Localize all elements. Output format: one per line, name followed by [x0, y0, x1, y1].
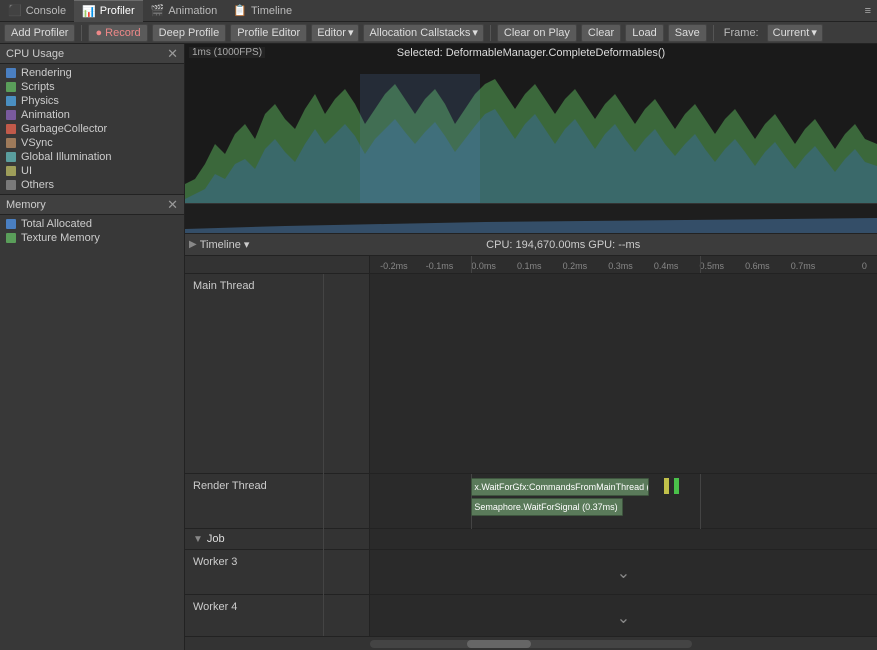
legend-item-ui[interactable]: UI — [0, 164, 184, 178]
tab-animation[interactable]: 🎬 Animation — [143, 0, 226, 22]
deep-profile-button[interactable]: Deep Profile — [152, 24, 227, 42]
semaphore-block[interactable]: Semaphore.WaitForSignal (0.37ms) — [471, 498, 623, 516]
main-thread-row: Main Thread PlayerLoop (0.54ms) EditorLo… — [185, 274, 877, 474]
animation-icon: 🎬 — [151, 4, 165, 17]
timeline-ruler: -0.2ms -0.1ms 0.0ms 0.1ms 0.2ms 0.3ms 0.… — [185, 256, 877, 274]
timeline-dropdown[interactable]: ▶ Timeline ▾ — [189, 238, 249, 251]
toolbar-separator-3 — [713, 25, 714, 41]
expand-icon: ▶ — [189, 239, 197, 250]
right-panel: 1ms (1000FPS) Selected: DeformableManage… — [185, 44, 877, 650]
worker-4-label: Worker 4 — [185, 595, 370, 636]
scroll-thumb[interactable] — [467, 640, 531, 648]
chevron-down-icon-3: ▾ — [811, 26, 817, 39]
gc-color-dot — [6, 124, 16, 134]
add-profiler-button[interactable]: Add Profiler — [4, 24, 75, 42]
chart-area[interactable]: 1ms (1000FPS) Selected: DeformableManage… — [185, 44, 877, 234]
tab-console[interactable]: ⬛ Console — [0, 0, 74, 22]
legend-item-scripts[interactable]: Scripts — [0, 80, 184, 94]
memory-section-header: Memory ✕ — [0, 195, 184, 215]
worker-4-content[interactable]: ⌄ — [370, 595, 877, 636]
clear-button[interactable]: Clear — [581, 24, 621, 42]
vsync-color-dot — [6, 138, 16, 148]
legend-item-total-allocated[interactable]: Total Allocated — [0, 217, 184, 231]
save-button[interactable]: Save — [668, 24, 707, 42]
editor-dropdown[interactable]: Editor ▾ — [311, 24, 359, 42]
tab-profiler[interactable]: 📊 Profiler — [74, 0, 143, 22]
job-section-content — [370, 529, 877, 549]
legend-item-physics[interactable]: Physics — [0, 94, 184, 108]
gi-color-dot — [6, 152, 16, 162]
selected-label: Selected: DeformableManager.CompleteDefo… — [397, 47, 665, 59]
texture-memory-color-dot — [6, 233, 16, 243]
render-thread-content[interactable]: x.WaitForGfx:CommandsFromMainThread (0.3… — [370, 474, 877, 529]
cpu-chart-svg — [185, 44, 877, 209]
job-section: ▼ Job — [185, 529, 877, 550]
tab-timeline[interactable]: 📋 Timeline — [225, 0, 300, 22]
clear-on-play-button[interactable]: Clear on Play — [497, 24, 577, 42]
wait-for-gfx-block[interactable]: x.WaitForGfx:CommandsFromMainThread (0.3… — [471, 478, 648, 496]
memory-legend-list: Total Allocated Texture Memory — [0, 215, 184, 247]
ruler-marks: -0.2ms -0.1ms 0.0ms 0.1ms 0.2ms 0.3ms 0.… — [370, 256, 877, 273]
total-allocated-color-dot — [6, 219, 16, 229]
render-thread-row: Render Thread x.WaitForGfx:CommandsFromM… — [185, 474, 877, 529]
worker-4-chevron: ⌄ — [617, 608, 630, 628]
legend-item-animation[interactable]: Animation — [0, 108, 184, 122]
timeline-toolbar: ▶ Timeline ▾ CPU: 194,670.00ms GPU: --ms — [185, 234, 877, 256]
profiler-icon: 📊 — [82, 5, 96, 18]
ui-color-dot — [6, 166, 16, 176]
tab-menu-button[interactable]: ≡ — [859, 5, 877, 17]
main-layout: CPU Usage ✕ Rendering Scripts Physics An… — [0, 44, 877, 650]
frame-dropdown[interactable]: Current ▾ — [767, 24, 823, 42]
tab-bar: ⬛ Console 📊 Profiler 🎬 Animation 📋 Timel… — [0, 0, 877, 22]
others-color-dot — [6, 180, 16, 190]
chevron-down-icon: ▾ — [348, 26, 354, 39]
worker-3-chevron: ⌄ — [617, 563, 630, 583]
worker-3-content[interactable]: ⌄ — [370, 550, 877, 595]
memory-close-button[interactable]: ✕ — [167, 198, 178, 211]
main-thread-label: Main Thread — [185, 274, 370, 473]
profile-editor-button[interactable]: Profile Editor — [230, 24, 307, 42]
physics-color-dot — [6, 96, 16, 106]
animation-color-dot — [6, 110, 16, 120]
job-expand-icon: ▼ — [193, 534, 203, 545]
dropdown-icon: ▾ — [244, 238, 250, 251]
memory-chart — [185, 203, 877, 233]
worker-3-label: Worker 3 — [185, 550, 370, 594]
record-button[interactable]: ● Record — [88, 24, 147, 42]
memory-section: Memory ✕ Total Allocated Texture Memory — [0, 194, 184, 247]
worker-3-row: Worker 3 ⌄ — [185, 550, 877, 595]
legend-item-gi[interactable]: Global Illumination — [0, 150, 184, 164]
chevron-down-icon-2: ▾ — [472, 26, 478, 39]
scroll-track[interactable] — [370, 640, 692, 648]
toolbar: Add Profiler ● Record Deep Profile Profi… — [0, 22, 877, 44]
legend-item-gc[interactable]: GarbageCollector — [0, 122, 184, 136]
scripts-color-dot — [6, 82, 16, 92]
legend-item-rendering[interactable]: Rendering — [0, 66, 184, 80]
timeline-tab-icon: 📋 — [233, 4, 247, 17]
cpu-gpu-info: CPU: 194,670.00ms GPU: --ms — [253, 239, 873, 251]
load-button[interactable]: Load — [625, 24, 663, 42]
cpu-usage-section-header: CPU Usage ✕ — [0, 44, 184, 64]
console-icon: ⬛ — [8, 4, 22, 17]
legend-item-others[interactable]: Others — [0, 178, 184, 192]
left-panel: CPU Usage ✕ Rendering Scripts Physics An… — [0, 44, 185, 650]
cpu-legend-list: Rendering Scripts Physics Animation Garb… — [0, 64, 184, 194]
rendering-color-dot — [6, 68, 16, 78]
worker-4-row: Worker 4 ⌄ — [185, 595, 877, 636]
cpu-usage-close-button[interactable]: ✕ — [167, 47, 178, 60]
toolbar-separator-2 — [490, 25, 491, 41]
frame-label: Frame: — [720, 27, 763, 39]
job-section-header[interactable]: ▼ Job — [185, 529, 370, 549]
allocation-callstacks-dropdown[interactable]: Allocation Callstacks ▾ — [363, 24, 483, 42]
toolbar-separator-1 — [81, 25, 82, 41]
legend-item-texture-memory[interactable]: Texture Memory — [0, 231, 184, 245]
fps-label: 1ms (1000FPS) — [189, 47, 265, 58]
timeline-content[interactable]: -0.2ms -0.1ms 0.0ms 0.1ms 0.2ms 0.3ms 0.… — [185, 256, 877, 636]
bottom-scrollbar[interactable] — [185, 636, 877, 650]
render-thread-label: Render Thread — [185, 474, 370, 528]
legend-item-vsync[interactable]: VSync — [0, 136, 184, 150]
